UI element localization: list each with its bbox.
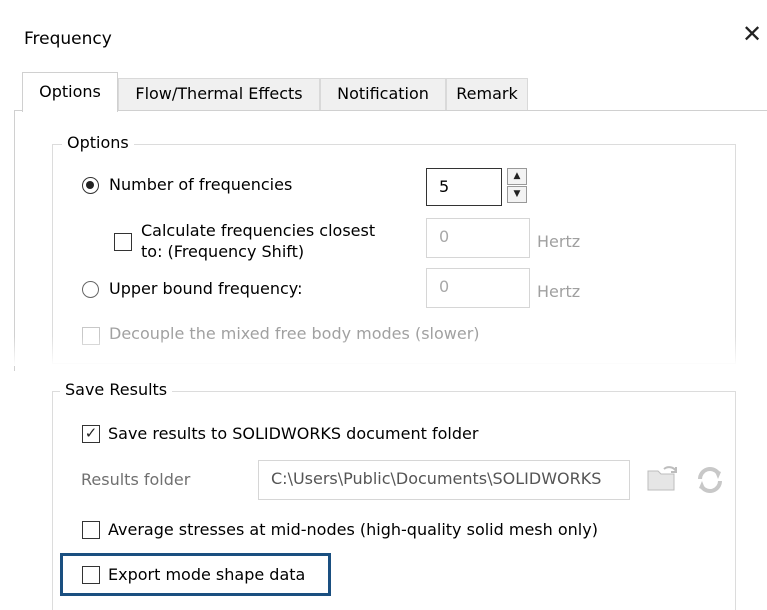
frequency-shift-input[interactable]: 0 [426, 218, 530, 258]
number-of-frequencies-radio[interactable] [82, 177, 99, 194]
calc-closest-checkbox[interactable] [114, 233, 132, 251]
dialog-title: Frequency [24, 29, 112, 49]
options-group-legend: Options [62, 133, 134, 152]
crop-fade [0, 336, 767, 366]
refresh-icon[interactable] [694, 465, 726, 502]
upper-bound-frequency-unit: Hertz [537, 282, 581, 301]
upper-bound-frequency-label: Upper bound frequency: [109, 279, 303, 298]
spin-up-button[interactable]: ▲ [507, 168, 527, 185]
export-mode-shape-checkbox[interactable] [82, 566, 100, 584]
upper-bound-frequency-radio[interactable] [82, 281, 99, 298]
save-results-legend: Save Results [60, 380, 173, 399]
calc-closest-label-line1: Calculate frequencies closest [141, 221, 376, 240]
tab-options[interactable]: Options [22, 72, 118, 112]
tab-flow-thermal-effects[interactable]: Flow/Thermal Effects [118, 78, 320, 110]
export-mode-shape-label: Export mode shape data [108, 565, 306, 584]
average-stresses-label: Average stresses at mid-nodes (high-qual… [108, 520, 598, 539]
close-icon[interactable]: ✕ [740, 22, 764, 46]
save-to-folder-checkbox[interactable]: ✓ [82, 425, 100, 443]
results-folder-input[interactable]: C:\Users\Public\Documents\SOLIDWORKS [258, 460, 630, 500]
frequency-dialog: Frequency ✕ Options Flow/Thermal Effects… [0, 0, 767, 610]
spin-down-button[interactable]: ▼ [507, 186, 527, 203]
frequency-shift-unit: Hertz [537, 232, 581, 251]
results-folder-label: Results folder [81, 470, 191, 489]
average-stresses-checkbox[interactable] [82, 521, 100, 539]
tab-remark[interactable]: Remark [446, 78, 528, 110]
upper-bound-frequency-input[interactable]: 0 [426, 268, 530, 308]
number-of-frequencies-label: Number of frequencies [109, 175, 293, 194]
save-to-folder-label: Save results to SOLIDWORKS document fold… [108, 424, 479, 443]
number-of-frequencies-input[interactable]: 5 [426, 168, 502, 206]
tab-notification[interactable]: Notification [320, 78, 446, 110]
open-folder-icon[interactable] [646, 465, 680, 500]
calc-closest-label-line2: to: (Frequency Shift) [141, 242, 305, 261]
